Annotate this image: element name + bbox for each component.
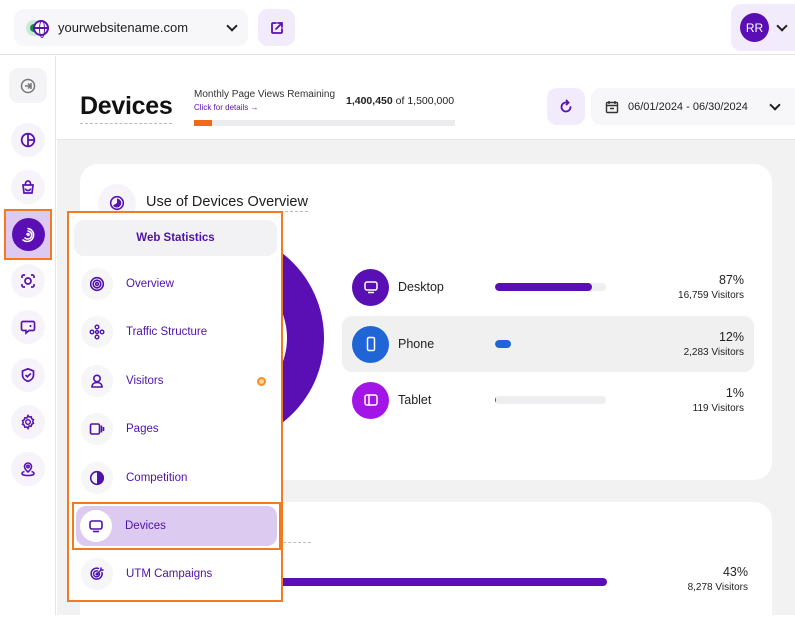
half-circle-icon <box>89 470 105 486</box>
external-link-icon <box>270 21 283 34</box>
pages-icon <box>89 423 105 435</box>
left-sidebar <box>0 56 56 615</box>
sidebar-item-web-statistics[interactable] <box>4 209 52 260</box>
menu-item-label: Overview <box>126 278 174 290</box>
menu-item-label: Traffic Structure <box>126 326 208 338</box>
page-title: Devices <box>80 92 173 124</box>
sidebar-item-insights[interactable] <box>11 264 45 298</box>
tablet-icon <box>363 394 378 406</box>
device-bar-fill <box>495 340 511 348</box>
site-selector[interactable]: yourwebsitename.com <box>14 9 248 46</box>
device-bar <box>495 396 606 404</box>
menu-item-utm-campaigns[interactable]: UTM Campaigns <box>74 553 277 595</box>
target-icon <box>89 276 105 292</box>
shopping-bag-icon <box>22 180 34 194</box>
device-bar <box>495 283 606 291</box>
refresh-icon <box>560 99 572 112</box>
site-logo-icon <box>26 17 49 39</box>
device-percent: 1% <box>725 386 744 400</box>
device-bar <box>495 340 606 348</box>
menu-item-pages[interactable]: Pages <box>74 408 277 450</box>
device-name: Phone <box>398 337 435 351</box>
sidebar-collapse-button[interactable] <box>9 68 47 103</box>
menu-item-traffic-structure[interactable]: Traffic Structure <box>74 311 277 353</box>
site-name: yourwebsitename.com <box>58 20 189 35</box>
map-pin-icon <box>21 462 35 477</box>
device-name: Tablet <box>398 393 432 407</box>
usage-visitors: 8,278 Visitors <box>687 582 748 593</box>
device-percent: 87% <box>718 273 744 287</box>
user-icon <box>91 374 103 388</box>
menu-item-label: Competition <box>126 472 188 484</box>
chevron-down-icon <box>226 19 238 32</box>
chevron-down-icon <box>769 98 781 111</box>
top-bar: yourwebsitename.com RR <box>0 0 795 55</box>
refresh-button[interactable] <box>547 88 585 125</box>
device-bar-fill <box>495 396 497 404</box>
sidebar-item-location[interactable] <box>11 452 45 486</box>
quota-value: 1,400,450 of 1,500,000 <box>346 95 455 107</box>
open-site-button[interactable] <box>258 9 295 46</box>
monitor-icon <box>89 520 103 533</box>
spiral-stats-icon <box>22 227 35 242</box>
menu-item-devices[interactable]: Devices <box>72 502 281 550</box>
usage-percent: 43% <box>722 565 748 579</box>
network-icon <box>89 324 105 340</box>
quota-progress-fill <box>194 120 213 126</box>
shield-check-icon <box>21 367 35 383</box>
monitor-icon <box>363 281 378 294</box>
notification-badge <box>257 376 266 386</box>
device-icon-circle <box>352 381 389 419</box>
device-icon-circle <box>352 325 389 363</box>
user-menu-button[interactable]: RR <box>731 4 795 51</box>
sidebar-item-settings[interactable] <box>11 405 45 439</box>
device-visitors: 119 Visitors <box>692 403 744 414</box>
scan-eye-icon <box>21 274 35 288</box>
menu-item-visitors[interactable]: Visitors <box>74 360 277 402</box>
device-row-tablet[interactable]: Tablet 1% 119 Visitors <box>342 372 754 428</box>
device-icon-circle <box>352 268 389 306</box>
menu-item-label: Pages <box>126 423 159 435</box>
page-views-quota: Monthly Page Views Remaining Click for d… <box>194 89 456 126</box>
avatar: RR <box>740 13 769 42</box>
sidebar-item-security[interactable] <box>11 358 45 392</box>
campaign-icon <box>90 567 104 580</box>
calendar-icon <box>605 100 619 113</box>
menu-heading: Web Statistics <box>74 220 277 256</box>
sidebar-item-messages[interactable] <box>11 310 45 344</box>
menu-item-label: Visitors <box>126 375 164 387</box>
web-statistics-menu: Web Statistics Overview Traffic Structur… <box>67 211 283 602</box>
chat-icon <box>20 320 36 335</box>
sidebar-item-dashboard[interactable] <box>11 123 45 157</box>
gear-icon <box>21 414 35 430</box>
quota-progress-bar <box>194 120 455 126</box>
device-visitors: 16,759 Visitors <box>678 290 744 301</box>
sidebar-collapse-icon <box>20 78 36 93</box>
menu-item-competition[interactable]: Competition <box>74 457 277 499</box>
page-header: Devices Monthly Page Views Remaining Cli… <box>57 56 795 140</box>
menu-item-overview[interactable]: Overview <box>74 263 277 305</box>
device-name: Desktop <box>398 280 444 294</box>
sidebar-item-shop[interactable] <box>11 170 45 204</box>
menu-item-label: UTM Campaigns <box>126 568 213 580</box>
device-bar-fill <box>495 283 592 291</box>
device-visitors: 2,283 Visitors <box>683 347 744 358</box>
chevron-down-icon <box>776 19 788 32</box>
pie-chart-icon <box>20 132 36 148</box>
device-percent: 12% <box>718 330 744 344</box>
menu-item-label: Devices <box>125 520 166 532</box>
device-row-desktop[interactable]: Desktop 87% 16,759 Visitors <box>342 259 754 315</box>
device-row-phone[interactable]: Phone 12% 2,283 Visitors <box>342 316 754 372</box>
smartphone-icon <box>366 336 375 352</box>
date-range-picker[interactable]: 06/01/2024 - 06/30/2024 <box>591 88 795 125</box>
date-range-text: 06/01/2024 - 06/30/2024 <box>628 100 748 113</box>
